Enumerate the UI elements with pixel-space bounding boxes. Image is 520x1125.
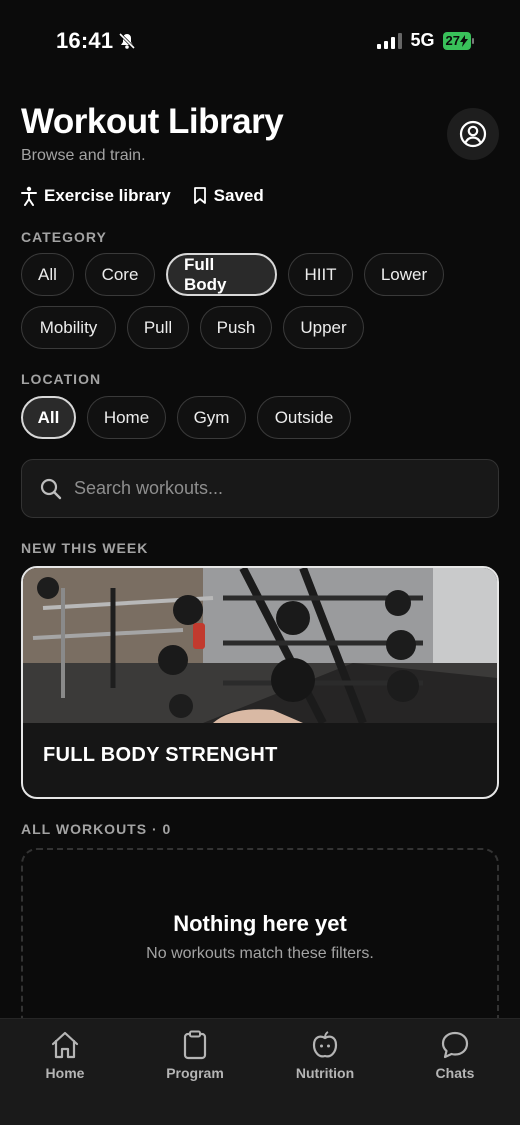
search-icon — [40, 478, 62, 499]
bookmark-icon — [193, 187, 206, 204]
bell-muted-icon — [119, 32, 136, 50]
empty-state-subtitle: No workouts match these filters. — [146, 945, 374, 962]
tab-chats[interactable]: Chats — [390, 1019, 520, 1125]
tab-nutrition-label: Nutrition — [295, 1065, 355, 1081]
category-chip-lower[interactable]: Lower — [364, 253, 444, 296]
network-type: 5G — [410, 30, 435, 50]
person-icon — [21, 186, 37, 206]
gym-dumbbell-rack-image — [23, 568, 497, 723]
featured-workout-title: FULL BODY STRENGHT — [43, 744, 278, 766]
tab-home[interactable]: Home — [0, 1019, 130, 1125]
status-right: 5G 27 — [376, 30, 474, 51]
tab-home-label: Home — [45, 1065, 85, 1081]
empty-state-box — [21, 848, 499, 1038]
tab-program-label: Program — [166, 1065, 224, 1081]
all-workouts-label: ALL WORKOUTS · 0 — [21, 821, 172, 837]
chat-bubble-icon — [441, 1031, 469, 1059]
category-chip-upper[interactable]: Upper — [283, 306, 364, 349]
tab-nutrition[interactable]: Nutrition — [260, 1019, 390, 1125]
location-chip-gym[interactable]: Gym — [177, 396, 246, 439]
home-icon — [51, 1031, 79, 1059]
user-icon — [459, 120, 487, 148]
saved-label: Saved — [213, 186, 264, 205]
category-label: CATEGORY — [21, 229, 107, 245]
battery-level: 27 — [442, 31, 471, 50]
status-time-group: 16:41 — [56, 28, 137, 54]
new-this-week-label: NEW THIS WEEK — [21, 540, 149, 556]
category-chip-push[interactable]: Push — [200, 306, 272, 349]
search-bar — [21, 459, 499, 518]
status-time: 16:41 — [56, 28, 114, 53]
charging-bolt-icon — [460, 34, 468, 47]
exercise-library-label: Exercise library — [44, 186, 171, 205]
apple-icon — [312, 1031, 338, 1058]
location-chips: All Home Gym Outside — [21, 396, 351, 439]
exercise-library-link[interactable]: Exercise library — [21, 186, 171, 206]
quick-links: Exercise library Saved — [21, 186, 264, 206]
search-input[interactable] — [74, 478, 474, 499]
page-subtitle: Browse and train. — [21, 147, 146, 164]
profile-button[interactable] — [447, 108, 499, 160]
category-chip-pull[interactable]: Pull — [127, 306, 189, 349]
location-chip-home[interactable]: Home — [87, 396, 166, 439]
category-chip-full-body[interactable]: Full Body — [166, 253, 277, 296]
saved-link[interactable]: Saved — [193, 186, 264, 206]
tab-program[interactable]: Program — [130, 1019, 260, 1125]
category-chips-row-2: Mobility Pull Push Upper — [21, 306, 364, 349]
category-chips-row-1: All Core Full Body HIIT Lower — [21, 253, 444, 296]
tab-chats-label: Chats — [435, 1065, 475, 1081]
status-bar: 16:41 5G 27 — [0, 0, 520, 84]
page-title: Workout Library — [21, 102, 284, 141]
signal-icon — [376, 32, 402, 49]
featured-workout-card[interactable]: FULL BODY STRENGHT — [21, 566, 499, 799]
empty-state-title: Nothing here yet — [173, 911, 347, 936]
bottom-tab-bar: Home Program Nutrition Chats — [0, 1018, 520, 1125]
category-chip-core[interactable]: Core — [85, 253, 155, 296]
category-chip-mobility[interactable]: Mobility — [21, 306, 116, 349]
clipboard-icon — [183, 1030, 207, 1060]
location-chip-all[interactable]: All — [21, 396, 76, 439]
location-label: LOCATION — [21, 371, 102, 387]
category-chip-all[interactable]: All — [21, 253, 74, 296]
location-chip-outside[interactable]: Outside — [257, 396, 351, 439]
battery-icon: 27 — [442, 31, 474, 50]
category-chip-hiit[interactable]: HIIT — [288, 253, 353, 296]
